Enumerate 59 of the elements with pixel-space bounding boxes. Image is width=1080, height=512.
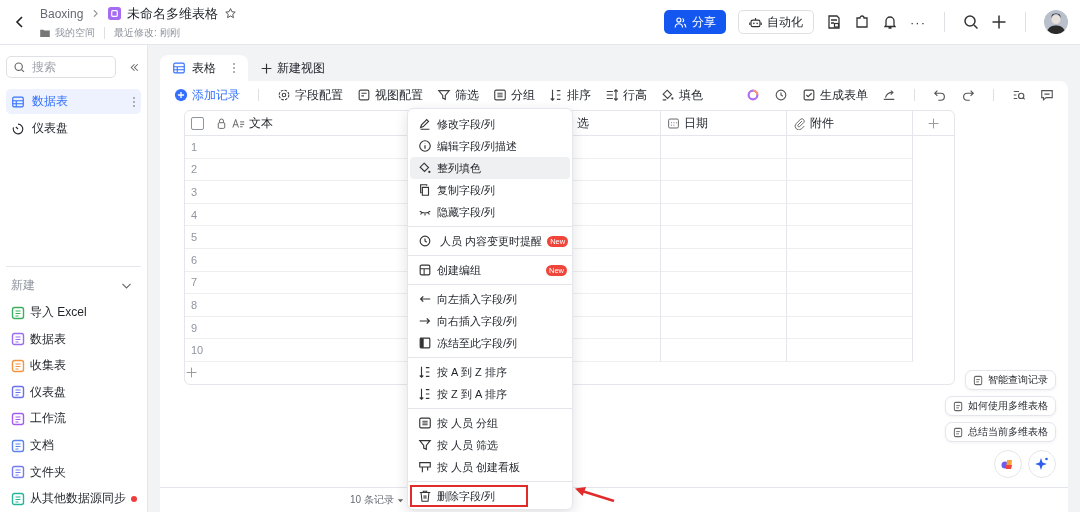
column-header[interactable]: 附件 [787, 111, 913, 135]
create-item[interactable]: 收集表 [6, 352, 141, 380]
row-number: 8 [191, 298, 198, 311]
menu-item[interactable]: 冻结至此字段/列 [410, 332, 570, 354]
toolbar-button[interactable]: 行高 [605, 86, 647, 104]
create-item[interactable]: 文件夹 [6, 458, 141, 486]
menu-item[interactable]: 按 人员 筛选 [410, 434, 570, 456]
menu-item[interactable]: 隐藏字段/列 [410, 201, 570, 223]
toolbar-button[interactable]: 分组 [493, 86, 535, 104]
row-number: 7 [191, 276, 198, 289]
row-number: 3 [191, 186, 198, 198]
menu-item[interactable]: 向左插入字段/列 [410, 288, 570, 310]
row-number: 9 [191, 321, 198, 334]
more-button[interactable]: ··· [910, 14, 926, 30]
document-title: 未命名多维表格 [127, 4, 219, 23]
search-field[interactable]: 搜索 [6, 56, 116, 78]
toolbar-button[interactable]: 字段配置 [277, 86, 343, 104]
record-count-dropdown[interactable]: 10 条记录 [350, 493, 404, 507]
toolbar-button[interactable]: 视图配置 [357, 86, 423, 104]
sidebar-item[interactable]: 仪表盘 [6, 116, 141, 141]
row-number: 4 [191, 208, 198, 221]
create-item[interactable]: 仪表盘 [6, 379, 141, 406]
create-item[interactable]: 数据表 [6, 325, 141, 353]
create-item[interactable]: 文档 [6, 432, 141, 459]
view-tab[interactable]: 表格 [160, 55, 248, 81]
menu-item[interactable]: 按 A 到 Z 排序 [410, 361, 570, 383]
location-label: 我的空间 [55, 25, 95, 40]
row-number: 5 [191, 231, 198, 244]
toolbar-button[interactable]: 填色 [661, 86, 703, 104]
toolbar-button[interactable]: 排序 [549, 86, 591, 104]
new-view-button[interactable]: 新建视图 [252, 55, 333, 81]
create-item[interactable]: 导入 Excel [6, 299, 141, 326]
menu-item[interactable]: 删除字段/列 [410, 485, 570, 507]
menu-item[interactable]: 按 Z 到 A 排序 [410, 383, 570, 405]
menu-item[interactable]: 按 人员 创建看板 [410, 456, 570, 478]
column-header[interactable]: 日期 [661, 111, 787, 135]
toolbar-button[interactable]: 筛选 [437, 86, 479, 104]
sidebar-item[interactable]: 数据表 [6, 89, 141, 114]
ai-suggestion-chip[interactable]: 智能查询记录 [965, 370, 1056, 390]
row-number: 10 [191, 344, 204, 357]
modified-label: 最近修改: 刚刚 [114, 25, 180, 40]
add-record-button[interactable]: 添加记录 [174, 86, 240, 104]
create-item[interactable]: 工作流 [6, 405, 141, 433]
section-label: 新建 [11, 276, 35, 294]
ai-suggestion-chip[interactable]: 如何使用多维表格 [945, 396, 1056, 416]
row-number: 1 [191, 140, 198, 153]
share-button[interactable]: 分享 [664, 10, 726, 34]
create-item[interactable]: 从其他数据源同步 [6, 485, 141, 512]
menu-item[interactable]: 向右插入字段/列 [410, 310, 570, 332]
row-number: 2 [191, 163, 198, 176]
menu-item[interactable]: 编辑字段/列描述 [410, 135, 570, 157]
automation-button[interactable]: 自动化 [738, 10, 814, 34]
menu-item[interactable]: 整列填色 [410, 157, 570, 179]
ai-suggestion-chip[interactable]: 总结当前多维表格 [945, 422, 1056, 442]
row-number: 6 [191, 253, 198, 266]
menu-item[interactable]: 按 人员 分组 [410, 412, 570, 434]
breadcrumb-link[interactable]: Baoxing [40, 6, 84, 21]
generate-form-button[interactable]: 生成表单 [802, 86, 868, 104]
menu-item[interactable]: 复制字段/列 [410, 179, 570, 201]
